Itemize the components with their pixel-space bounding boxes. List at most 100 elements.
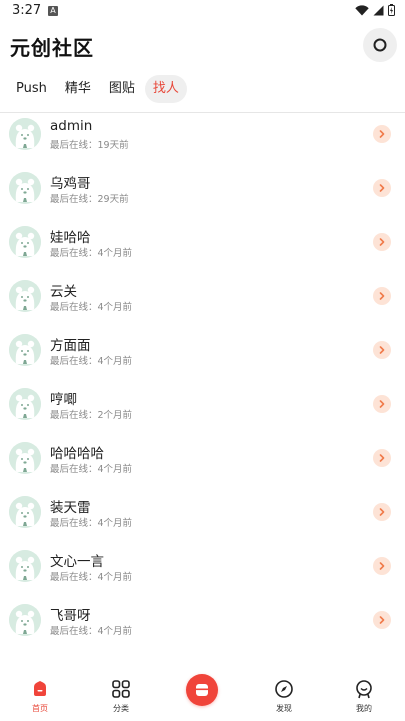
battery-icon: [388, 4, 395, 16]
user-list: admin 最后在线：19天前 乌鸡哥 最后在线：29天前 娃哈哈 最后在线：4个月前 云关…: [0, 116, 405, 656]
last-online-status: 最后在线：4个月前: [50, 626, 133, 637]
tab-find-people[interactable]: 找人: [144, 75, 187, 103]
user-name: admin: [50, 118, 93, 134]
user-name: 装天雷: [50, 500, 91, 516]
row-arrow-button[interactable]: [373, 503, 391, 521]
last-online-status: 最后在线：4个月前: [50, 248, 133, 259]
avatar[interactable]: [9, 226, 41, 258]
tab-image-posts[interactable]: 图贴: [101, 75, 143, 103]
user-name: 文心一言: [50, 554, 104, 570]
nav-category-label: 分类: [113, 704, 129, 713]
user-row[interactable]: 文心一言 最后在线：4个月前: [0, 548, 405, 602]
bear-avatar-icon: [9, 604, 41, 636]
row-arrow-button[interactable]: [373, 179, 391, 197]
last-online-status: 最后在线：4个月前: [50, 464, 133, 475]
avatar[interactable]: [9, 550, 41, 582]
last-online-status: 最后在线：29天前: [50, 194, 129, 205]
store-icon: [196, 684, 208, 696]
chevron-right-icon: [379, 346, 385, 354]
row-arrow-button[interactable]: [373, 395, 391, 413]
user-name: 哼唧: [50, 392, 77, 408]
row-arrow-button[interactable]: [373, 341, 391, 359]
nav-mine[interactable]: 我的: [339, 678, 389, 714]
store-button[interactable]: [186, 674, 218, 706]
row-arrow-button[interactable]: [373, 233, 391, 251]
last-online-status: 最后在线：4个月前: [50, 356, 133, 367]
nav-category[interactable]: 分类: [96, 678, 146, 714]
avatar[interactable]: [9, 280, 41, 312]
row-arrow-button[interactable]: [373, 287, 391, 305]
user-name: 娃哈哈: [50, 230, 91, 246]
avatar[interactable]: [9, 496, 41, 528]
search-icon: [373, 38, 387, 52]
status-bar: 3:27 A: [0, 0, 405, 24]
row-arrow-button[interactable]: [373, 611, 391, 629]
nav-home[interactable]: 首页: [15, 678, 65, 714]
home-icon: [34, 681, 46, 696]
divider: [0, 112, 405, 113]
last-online-status: 最后在线：19天前: [50, 140, 129, 151]
search-button[interactable]: [363, 28, 397, 62]
bear-avatar-icon: [9, 226, 41, 258]
chevron-right-icon: [379, 562, 385, 570]
nav-home-label: 首页: [32, 704, 48, 713]
avatar[interactable]: [9, 172, 41, 204]
nav-mine-label: 我的: [356, 704, 372, 713]
bear-avatar-icon: [9, 442, 41, 474]
notification-icon: A: [48, 6, 58, 16]
bear-avatar-icon: [9, 496, 41, 528]
user-name: 云关: [50, 284, 77, 300]
bear-avatar-icon: [9, 334, 41, 366]
grid-icon: [112, 680, 130, 698]
bear-avatar-icon: [9, 550, 41, 582]
row-arrow-button[interactable]: [373, 449, 391, 467]
chevron-right-icon: [379, 238, 385, 246]
tab-bar: Push 精华 图贴 找人: [8, 74, 189, 104]
bear-avatar-icon: [9, 280, 41, 312]
user-name: 方面面: [50, 338, 91, 354]
row-arrow-button[interactable]: [373, 125, 391, 143]
user-row[interactable]: admin 最后在线：19天前: [0, 116, 405, 170]
bottom-nav: 首页 分类 发现 我的: [0, 672, 405, 721]
user-name: 飞哥呀: [50, 608, 91, 624]
page-title: 元创社区: [10, 36, 94, 60]
avatar[interactable]: [9, 442, 41, 474]
profile-icon: [356, 680, 372, 699]
bear-avatar-icon: [9, 172, 41, 204]
user-name: 乌鸡哥: [50, 176, 91, 192]
status-time: 3:27: [12, 3, 42, 18]
signal-icon: [373, 5, 384, 15]
app-header: 元创社区: [0, 24, 405, 68]
last-online-status: 最后在线：2个月前: [50, 410, 133, 421]
avatar[interactable]: [9, 118, 41, 150]
chevron-right-icon: [379, 400, 385, 408]
tab-featured[interactable]: 精华: [57, 75, 99, 103]
user-row[interactable]: 方面面最后在线：4个月前: [0, 332, 405, 386]
chevron-right-icon: [379, 508, 385, 516]
user-row[interactable]: 云关最后在线：4个月前: [0, 278, 405, 332]
user-row[interactable]: 飞哥呀最后在线：4个月前: [0, 602, 405, 656]
chevron-right-icon: [379, 616, 385, 624]
bear-avatar-icon: [9, 388, 41, 420]
user-row[interactable]: 哼唧最后在线：2个月前: [0, 386, 405, 440]
avatar[interactable]: [9, 334, 41, 366]
compass-icon: [275, 680, 293, 698]
status-icons: [355, 4, 395, 16]
user-name: 哈哈哈哈: [50, 446, 104, 462]
row-arrow-button[interactable]: [373, 557, 391, 575]
user-row[interactable]: 乌鸡哥最后在线：29天前: [0, 170, 405, 224]
avatar[interactable]: [9, 388, 41, 420]
user-row[interactable]: 装天雷最后在线：4个月前: [0, 494, 405, 548]
user-row[interactable]: 哈哈哈哈最后在线：4个月前: [0, 440, 405, 494]
user-row[interactable]: 娃哈哈最后在线：4个月前: [0, 224, 405, 278]
avatar[interactable]: [9, 604, 41, 636]
chevron-right-icon: [379, 292, 385, 300]
last-online-status: 最后在线：4个月前: [50, 302, 133, 313]
chevron-right-icon: [379, 130, 385, 138]
wifi-icon: [355, 4, 369, 15]
nav-discover[interactable]: 发现: [259, 678, 309, 714]
nav-discover-label: 发现: [276, 704, 292, 713]
chevron-right-icon: [379, 454, 385, 462]
tab-push[interactable]: Push: [8, 75, 55, 103]
last-online-status: 最后在线：4个月前: [50, 518, 133, 529]
